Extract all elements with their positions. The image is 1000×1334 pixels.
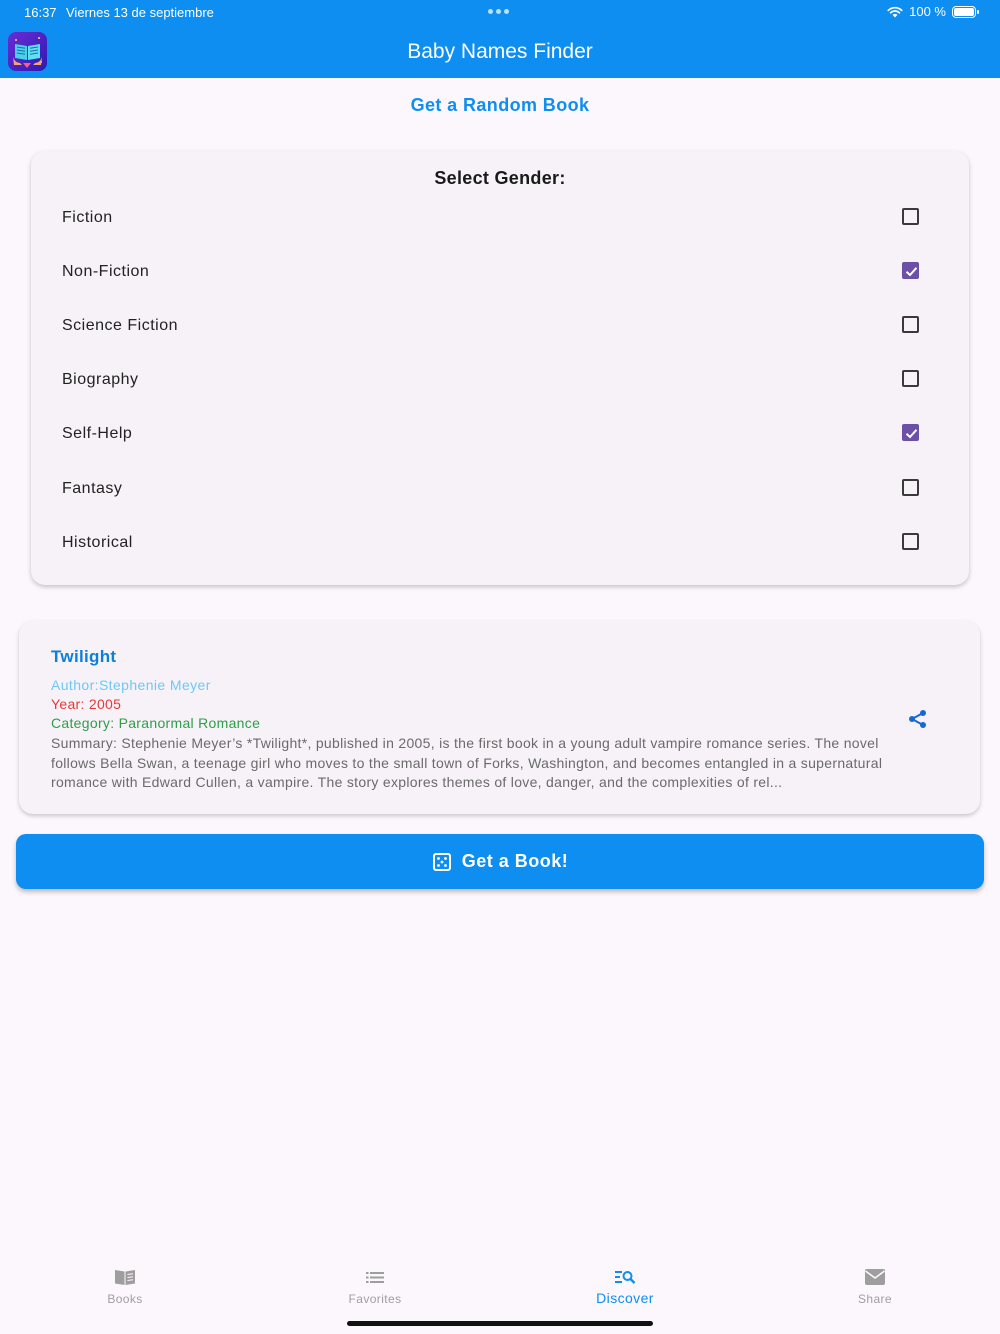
- fantasy-checkbox[interactable]: [902, 479, 919, 496]
- book-author: Author:Stephenie Meyer: [51, 677, 211, 693]
- app-title: Baby Names Finder: [407, 40, 593, 63]
- book-category: Category: Paranormal Romance: [51, 715, 261, 731]
- nav-item-books[interactable]: Books: [45, 1258, 205, 1308]
- book-summary: Summary: Stephenie Meyer’s *Twilight*, p…: [51, 735, 883, 790]
- nav-label: Books: [107, 1292, 143, 1306]
- fiction-checkbox[interactable]: [902, 208, 919, 225]
- biography-checkbox[interactable]: [902, 370, 919, 387]
- page-heading: Get a Random Book: [410, 95, 590, 115]
- genre-label: Fantasy: [62, 480, 123, 497]
- nav-label: Favorites: [348, 1292, 402, 1306]
- share-icon[interactable]: [907, 708, 929, 730]
- mail-icon: [865, 1269, 885, 1285]
- self-help-checkbox[interactable]: [902, 424, 919, 441]
- dice-icon: [432, 852, 451, 871]
- gender-selection-card: Select Gender: Fiction Non-Fiction Scien…: [31, 151, 969, 585]
- genre-option-historical[interactable]: Historical: [31, 523, 969, 563]
- status-date: Viernes 13 de septiembre: [66, 5, 214, 20]
- status-time: 16:37: [24, 5, 57, 20]
- genre-label: Biography: [62, 371, 139, 388]
- list-icon: [366, 1272, 384, 1283]
- nav-item-discover[interactable]: Discover: [545, 1258, 705, 1308]
- get-book-label: Get a Book!: [461, 851, 569, 871]
- wifi-icon: [887, 6, 903, 17]
- battery-fill: [954, 7, 974, 16]
- status-right: 100 %: [887, 4, 979, 19]
- battery-percent: 100 %: [909, 4, 946, 19]
- genre-label: Fiction: [62, 209, 113, 226]
- nav-item-favorites[interactable]: Favorites: [295, 1258, 455, 1308]
- genre-label: Self-Help: [62, 425, 133, 442]
- genre-label: Science Fiction: [62, 317, 178, 334]
- genre-option-fantasy[interactable]: Fantasy: [31, 469, 969, 509]
- genre-label: Non-Fiction: [62, 263, 150, 280]
- genre-option-fiction[interactable]: Fiction: [31, 198, 969, 238]
- genre-option-self-help[interactable]: Self-Help: [31, 414, 969, 454]
- book-icon: [115, 1270, 135, 1285]
- historical-checkbox[interactable]: [902, 533, 919, 550]
- nav-label: Share: [857, 1292, 893, 1306]
- nav-label: Discover: [596, 1290, 654, 1306]
- app-header: 16:37 Viernes 13 de septiembre 100 % Bab…: [0, 0, 1000, 78]
- multitasking-dots[interactable]: [488, 9, 509, 14]
- science-fiction-checkbox[interactable]: [902, 316, 919, 333]
- gender-card-title: Select Gender:: [434, 168, 566, 188]
- checkmark-icon: [905, 267, 918, 277]
- genre-option-non-fiction[interactable]: Non-Fiction: [31, 252, 969, 292]
- bottom-navigation: Books Favorites Discover Share: [0, 1258, 1000, 1318]
- book-year: Year: 2005: [51, 696, 122, 712]
- discover-icon: [615, 1271, 636, 1284]
- book-result-card[interactable]: Twilight Author:Stephenie Meyer Year: 20…: [19, 621, 980, 814]
- non-fiction-checkbox[interactable]: [902, 262, 919, 279]
- nav-item-share[interactable]: Share: [795, 1258, 955, 1308]
- genre-label: Historical: [62, 534, 133, 551]
- book-title: Twilight: [51, 647, 117, 666]
- get-book-button[interactable]: Get a Book!: [16, 834, 984, 889]
- home-indicator[interactable]: [347, 1321, 653, 1326]
- checkmark-icon: [905, 429, 918, 439]
- genre-option-biography[interactable]: Biography: [31, 360, 969, 400]
- genre-option-science-fiction[interactable]: Science Fiction: [31, 306, 969, 346]
- battery-icon: [952, 5, 979, 18]
